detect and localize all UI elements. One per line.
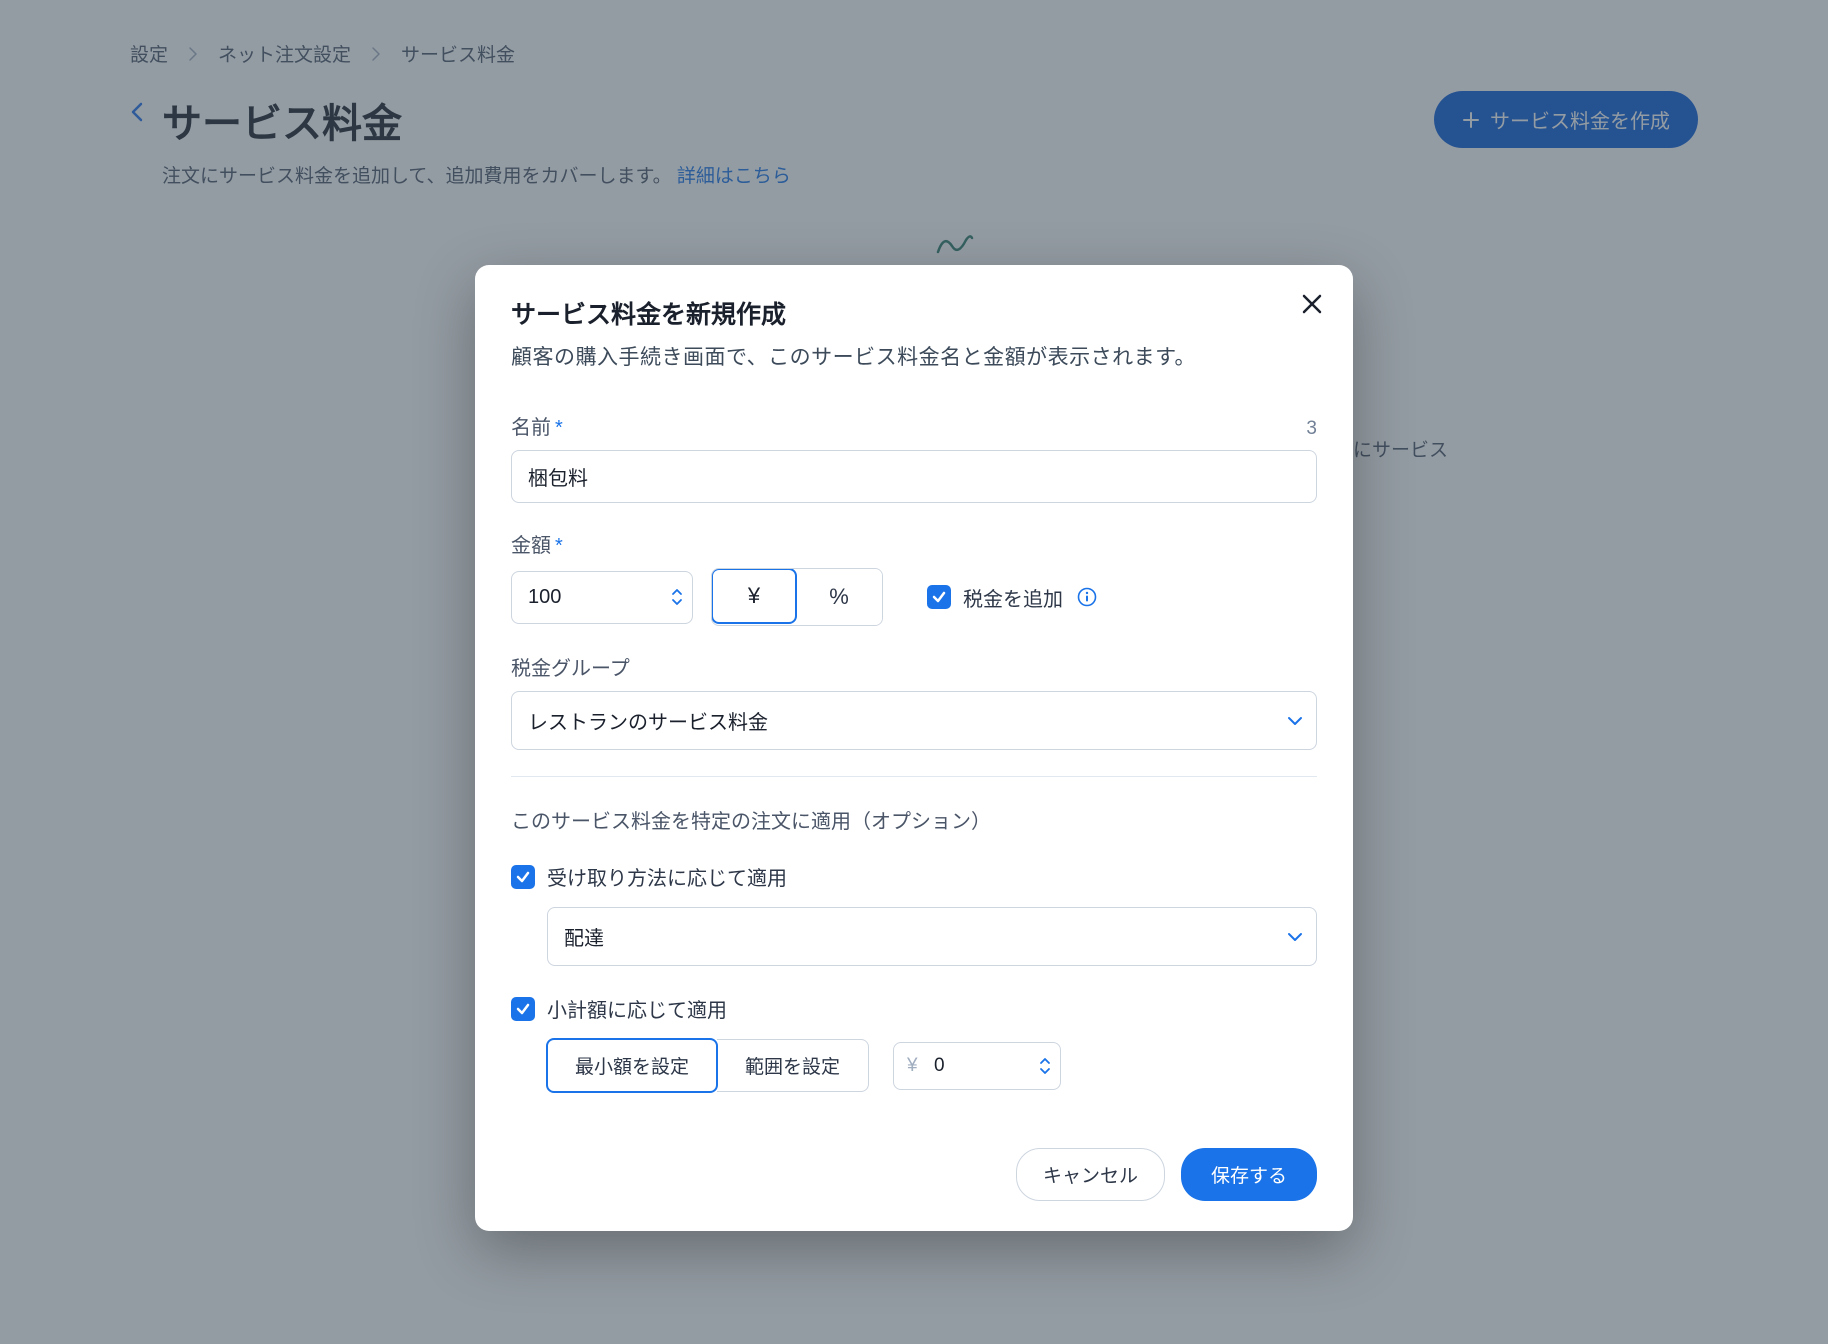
- amount-type-segment: ¥ %: [711, 568, 883, 626]
- currency-prefix: ¥: [907, 1055, 918, 1077]
- apply-subtotal-checkbox[interactable]: [511, 997, 535, 1021]
- subtotal-mode-segment: 最小額を設定 範囲を設定: [547, 1039, 869, 1092]
- number-spinner: [671, 588, 683, 606]
- amount-label: 金額*: [511, 529, 563, 558]
- apply-section-title: このサービス料金を特定の注文に適用（オプション）: [511, 805, 1317, 834]
- chevron-down-icon[interactable]: [1039, 1067, 1051, 1075]
- save-button[interactable]: 保存する: [1181, 1148, 1317, 1201]
- apply-pickup-checkbox[interactable]: [511, 865, 535, 889]
- apply-pickup-label: 受け取り方法に応じて適用: [547, 862, 787, 891]
- modal-overlay[interactable]: サービス料金を新規作成 顧客の購入手続き画面で、このサービス料金名と金額が表示さ…: [0, 0, 1828, 1344]
- modal-subtitle: 顧客の購入手続き画面で、このサービス料金名と金額が表示されます。: [511, 341, 1317, 371]
- modal-footer: キャンセル 保存する: [475, 1120, 1353, 1231]
- amount-input[interactable]: [511, 571, 693, 624]
- apply-subtotal-section: 小計額に応じて適用 最小額を設定 範囲を設定 ¥: [511, 994, 1317, 1092]
- chevron-down-icon[interactable]: [671, 598, 683, 606]
- apply-subtotal-label: 小計額に応じて適用: [547, 994, 727, 1023]
- subtotal-min-input[interactable]: [893, 1042, 1061, 1090]
- pickup-method-select[interactable]: 配達: [547, 907, 1317, 966]
- name-label: 名前*: [511, 411, 563, 440]
- create-service-fee-modal: サービス料金を新規作成 顧客の購入手続き画面で、このサービス料金名と金額が表示さ…: [475, 265, 1353, 1231]
- modal-title: サービス料金を新規作成: [511, 295, 1317, 331]
- name-input[interactable]: [511, 450, 1317, 503]
- number-spinner: [1039, 1057, 1051, 1075]
- name-field-group: 名前* 3: [511, 411, 1317, 503]
- amount-field-group: 金額* ¥ %: [511, 529, 1317, 626]
- tax-group-label: 税金グループ: [511, 652, 630, 681]
- chevron-up-icon[interactable]: [1039, 1057, 1051, 1065]
- percent-button[interactable]: %: [796, 569, 882, 625]
- apply-pickup-section: 受け取り方法に応じて適用 配達: [511, 862, 1317, 966]
- modal-header: サービス料金を新規作成 顧客の購入手続き画面で、このサービス料金名と金額が表示さ…: [475, 265, 1353, 391]
- info-icon[interactable]: [1077, 587, 1097, 607]
- cancel-button[interactable]: キャンセル: [1016, 1148, 1165, 1201]
- close-icon[interactable]: [1301, 293, 1323, 315]
- chevron-up-icon[interactable]: [671, 588, 683, 596]
- tax-group-field-group: 税金グループ レストランのサービス料金: [511, 652, 1317, 750]
- add-tax-checkbox[interactable]: [927, 585, 951, 609]
- range-button[interactable]: 範囲を設定: [717, 1039, 869, 1092]
- add-tax-label: 税金を追加: [963, 583, 1063, 612]
- yen-button[interactable]: ¥: [711, 568, 797, 624]
- tax-group-select[interactable]: レストランのサービス料金: [511, 691, 1317, 750]
- name-char-count: 3: [1306, 418, 1317, 440]
- min-amount-button[interactable]: 最小額を設定: [546, 1038, 718, 1093]
